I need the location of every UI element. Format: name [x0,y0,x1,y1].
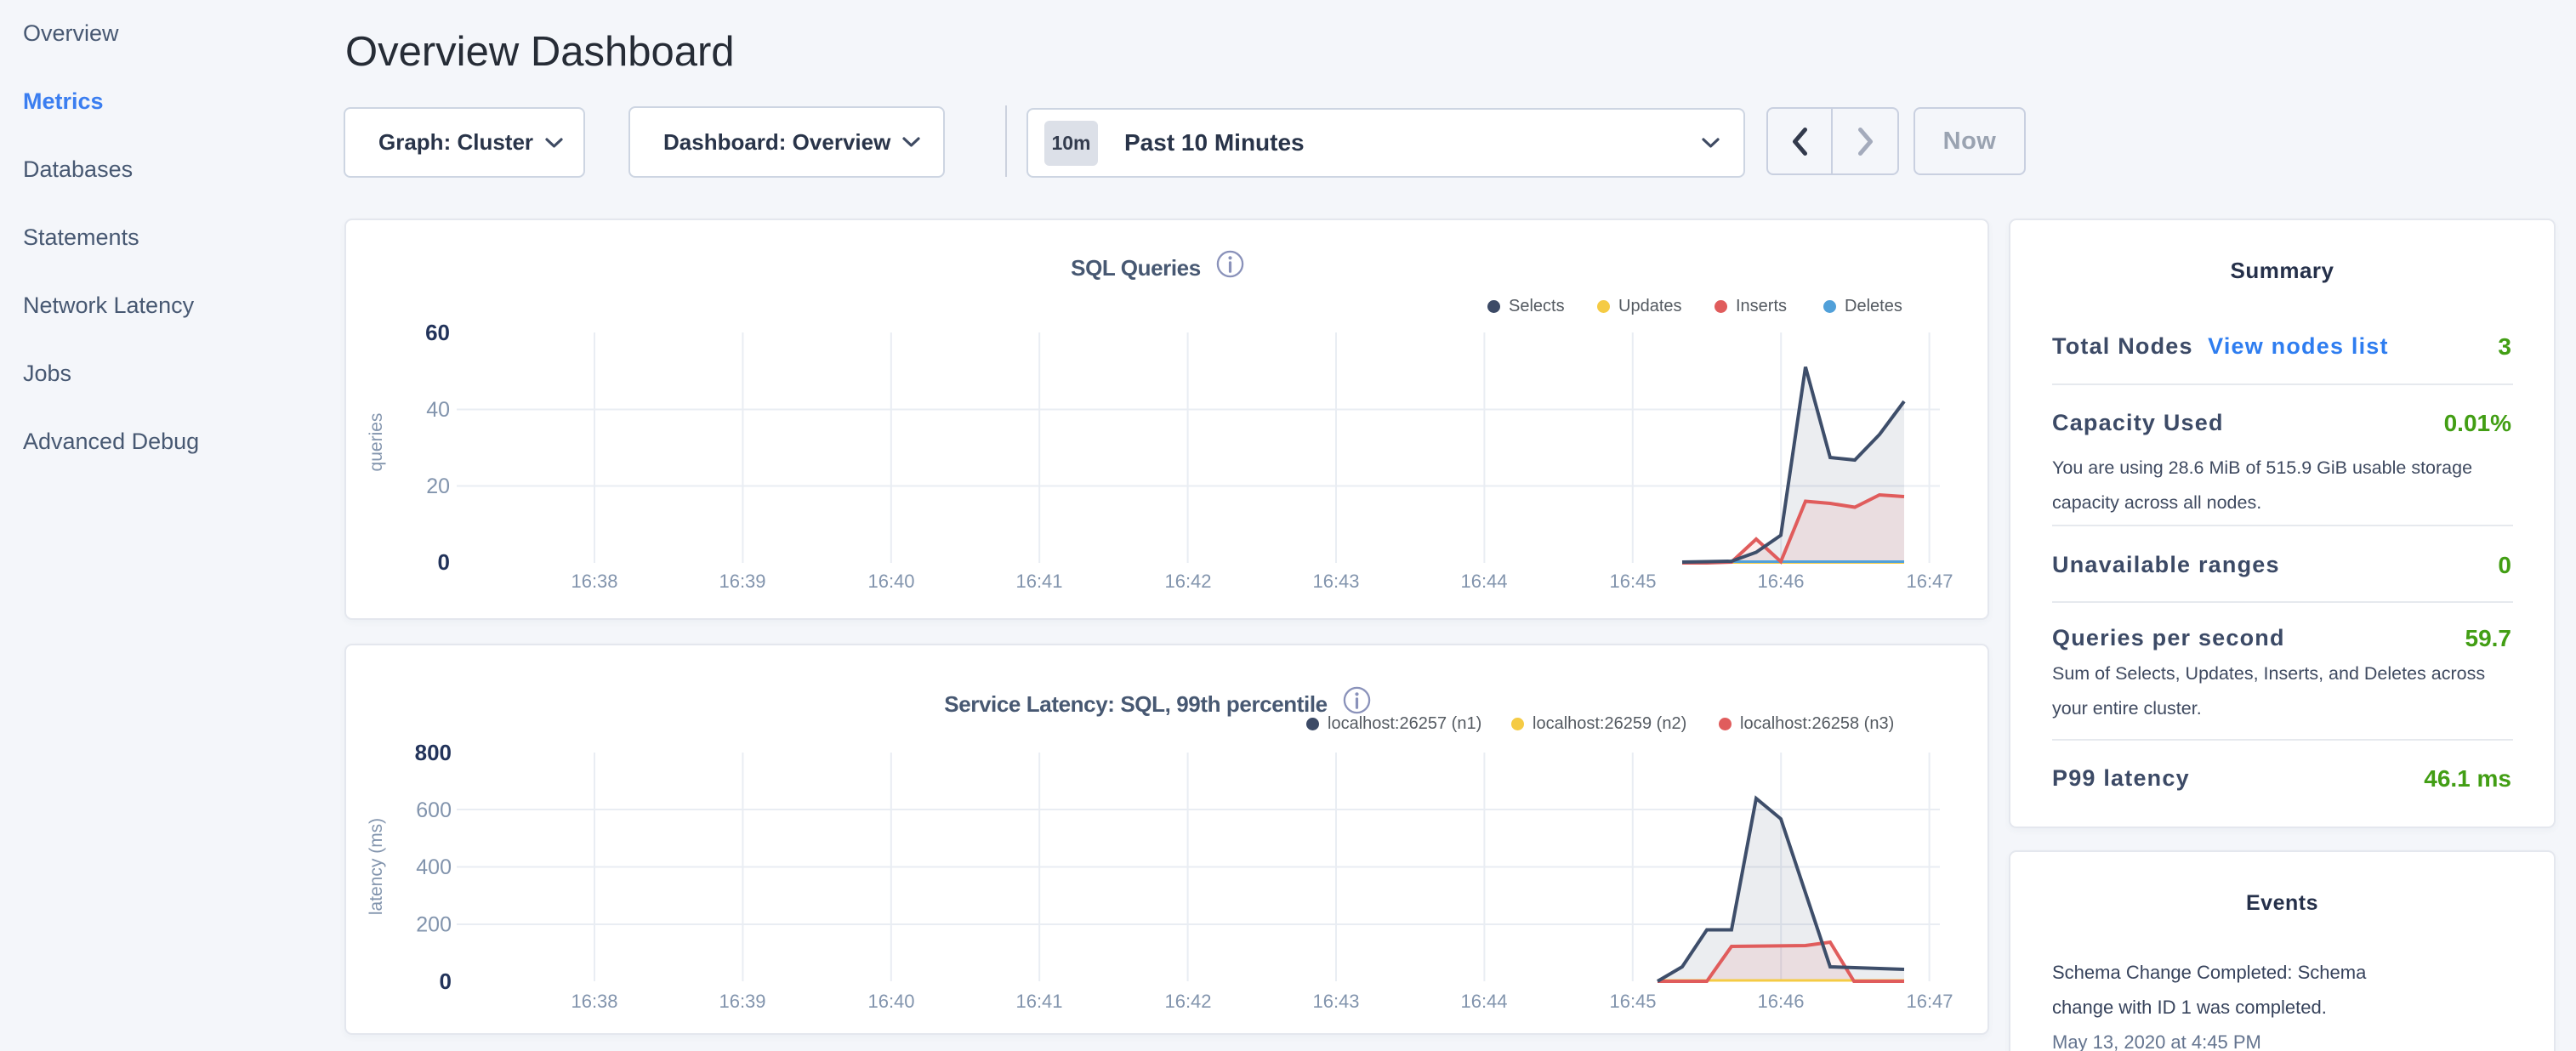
svg-text:16:45: 16:45 [1609,571,1656,592]
svg-text:400: 400 [416,855,452,879]
svg-text:16:41: 16:41 [1015,991,1062,1012]
svg-text:16:38: 16:38 [571,571,617,592]
svg-text:800: 800 [415,740,452,765]
svg-text:16:42: 16:42 [1164,991,1211,1012]
svg-text:60: 60 [425,320,450,345]
svg-text:16:47: 16:47 [1906,991,1953,1012]
svg-text:16:40: 16:40 [867,991,914,1012]
svg-text:0: 0 [440,969,452,994]
svg-text:16:44: 16:44 [1460,571,1507,592]
svg-text:16:42: 16:42 [1164,571,1211,592]
svg-text:16:45: 16:45 [1609,991,1656,1012]
svg-text:16:46: 16:46 [1757,991,1804,1012]
svg-text:16:39: 16:39 [719,991,765,1012]
svg-text:latency (ms): latency (ms) [367,818,386,915]
svg-text:600: 600 [416,798,452,822]
svg-text:16:39: 16:39 [719,571,765,592]
svg-text:20: 20 [426,474,450,498]
svg-text:200: 200 [416,913,452,937]
svg-text:16:46: 16:46 [1757,571,1804,592]
svg-text:0: 0 [438,549,450,575]
svg-text:16:41: 16:41 [1015,571,1062,592]
svg-text:40: 40 [426,398,450,422]
svg-text:16:44: 16:44 [1460,991,1507,1012]
svg-text:16:40: 16:40 [867,571,914,592]
svg-text:16:47: 16:47 [1906,571,1953,592]
svg-text:16:43: 16:43 [1312,991,1359,1012]
svg-text:16:38: 16:38 [571,991,617,1012]
svg-text:16:43: 16:43 [1312,571,1359,592]
svg-text:queries: queries [367,413,386,472]
